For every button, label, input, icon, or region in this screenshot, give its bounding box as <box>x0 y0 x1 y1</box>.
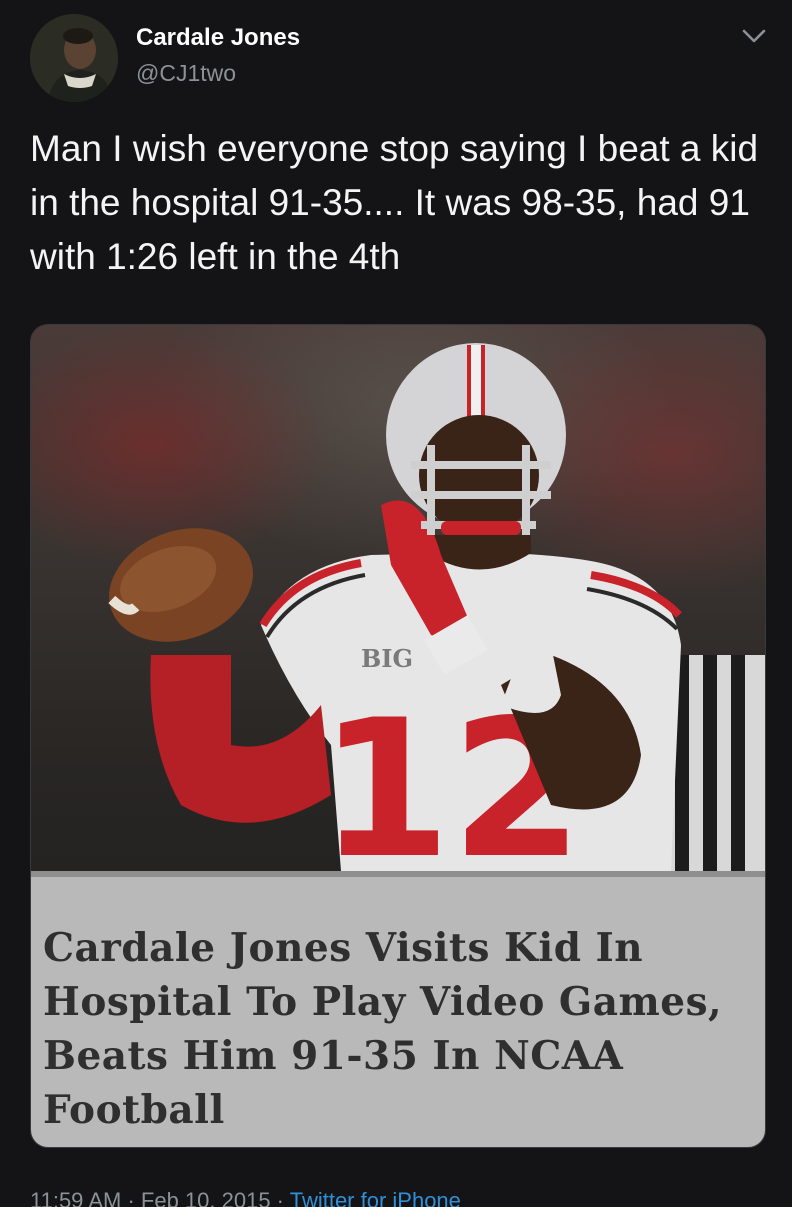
chevron-down-icon[interactable] <box>740 24 768 48</box>
display-name[interactable]: Cardale Jones <box>136 24 300 52</box>
tweet-time: 11:59 AM <box>30 1188 122 1207</box>
tweet-media[interactable]: 12 BIG Cardale Jones Visits Kid In Hospi… <box>30 324 766 1148</box>
meta-separator: · <box>121 1188 141 1207</box>
meta-separator: · <box>270 1188 290 1207</box>
tweet-source-link[interactable]: Twitter for iPhone <box>290 1188 461 1207</box>
tweet-meta: 11:59 AM · Feb 10, 2015 · Twitter for iP… <box>30 1188 461 1207</box>
football <box>108 528 253 642</box>
tweet-card: Cardale Jones @CJ1two Man I wish everyon… <box>0 0 792 1207</box>
jersey-logo: BIG <box>361 644 413 673</box>
user-handle[interactable]: @CJ1two <box>136 60 236 87</box>
tweet-date: Feb 10, 2015 <box>140 1188 271 1207</box>
tweet-text: Man I wish everyone stop saying I beat a… <box>30 128 759 277</box>
media-photo: 12 BIG <box>31 325 765 871</box>
headline-text: Cardale Jones Visits Kid In Hospital To … <box>43 925 723 1133</box>
headline-banner: Cardale Jones Visits Kid In Hospital To … <box>31 871 765 1147</box>
avatar-photo <box>30 14 118 102</box>
avatar[interactable] <box>30 14 118 102</box>
